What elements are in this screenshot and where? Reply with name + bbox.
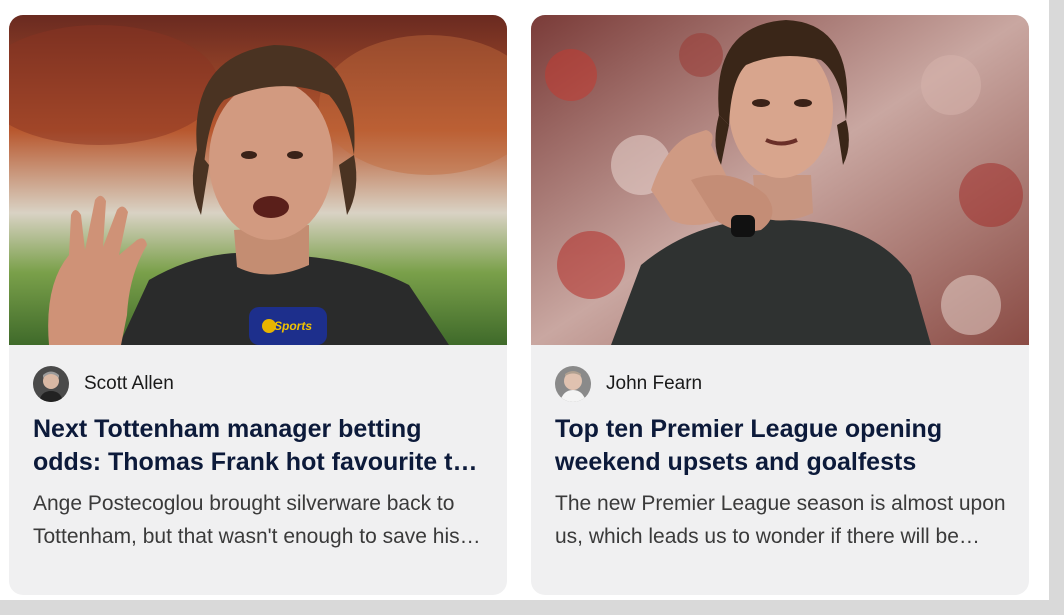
article-card[interactable]: John Fearn Top ten Premier League openin… — [531, 15, 1029, 595]
article-title[interactable]: Top ten Premier League opening weekend u… — [555, 413, 1007, 479]
author-byline[interactable]: Scott Allen — [33, 366, 174, 402]
author-byline[interactable]: John Fearn — [555, 366, 702, 402]
author-avatar[interactable] — [555, 366, 591, 402]
author-name[interactable]: John Fearn — [606, 373, 702, 395]
article-image[interactable] — [531, 15, 1029, 345]
mic-flag-text: Sports — [274, 319, 312, 333]
article-excerpt: Ange Postecoglou brought silverware back… — [33, 492, 460, 548]
article-card[interactable]: Sports Scott Allen Next Tottenham manage… — [9, 15, 507, 595]
author-avatar[interactable] — [33, 366, 69, 402]
article-image[interactable]: Sports — [9, 15, 507, 345]
articles-panel: Sports Scott Allen Next Tottenham manage… — [0, 0, 1049, 600]
article-title[interactable]: Next Tottenham manager betting odds: Tho… — [33, 413, 485, 479]
article-excerpt: The new Premier League season is almost … — [555, 492, 1006, 548]
author-name[interactable]: Scott Allen — [84, 373, 174, 395]
